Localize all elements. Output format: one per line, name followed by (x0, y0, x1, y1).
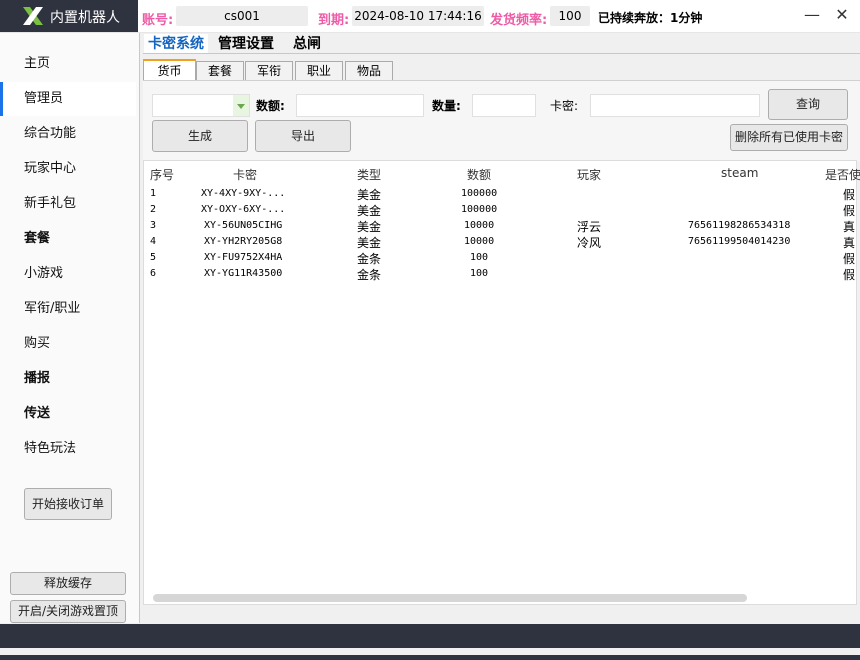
delete-used-cards-button[interactable]: 删除所有已使用卡密 (730, 124, 848, 151)
runtime-status: 已持续奔放：1分钟 (598, 11, 703, 25)
expire-field[interactable]: 2024-08-10 17:44:16 (352, 6, 484, 26)
bottom-bar (0, 624, 860, 648)
sidebar-item-broadcast[interactable]: 播报 (0, 362, 136, 396)
quantity-input[interactable] (472, 94, 536, 117)
cell-card: XY-OXY-6XY-... (201, 204, 286, 215)
release-cache-button[interactable]: 释放缓存 (10, 572, 126, 595)
cell-card: XY-56UN05CIHG (204, 220, 283, 231)
rate-label: 发货频率: (490, 13, 548, 28)
cell-no: 2 (150, 204, 157, 215)
cell-amount: 100 (470, 252, 489, 263)
cell-used: 假 (843, 188, 856, 202)
cell-used: 假 (843, 204, 856, 218)
cell-player: 浮云 (577, 220, 602, 234)
cell-steam: 76561199504014230 (688, 236, 791, 247)
cell-type: 金条 (357, 268, 382, 282)
app-logo: 内置机器人 (0, 0, 138, 32)
logo-x-icon (23, 7, 43, 25)
sidebar-item-home[interactable]: 主页 (0, 47, 136, 81)
cell-amount: 10000 (464, 236, 495, 247)
bottom-edge (0, 655, 860, 660)
start-orders-button[interactable]: 开始接收订单 (24, 488, 112, 520)
cell-card: XY-YG11R43500 (204, 268, 283, 279)
sidebar-item-player-center[interactable]: 玩家中心 (0, 152, 136, 186)
cell-used: 假 (843, 268, 856, 282)
cell-card: XY-YH2RY205G8 (204, 236, 283, 247)
cell-used: 假 (843, 252, 856, 266)
col-header-no[interactable]: 序号 (150, 166, 174, 183)
dropdown-arrow-icon (233, 95, 249, 116)
cell-amount: 100000 (461, 188, 498, 199)
cell-card: XY-FU9752X4HA (204, 252, 283, 263)
sidebar-item-admin[interactable]: 管理员 (0, 82, 136, 116)
cell-player: 冷风 (577, 236, 602, 250)
subtab-item[interactable]: 物品 (345, 61, 393, 80)
card-label: 卡密: (550, 99, 579, 113)
col-header-used[interactable]: 是否使 (825, 166, 860, 183)
rate-field[interactable]: 100 (550, 6, 590, 26)
sidebar-item-rank-job[interactable]: 军衔/职业 (0, 292, 136, 326)
cell-used: 真 (843, 220, 856, 234)
sidebar-item-package[interactable]: 套餐 (0, 222, 136, 256)
cell-type: 金条 (357, 252, 382, 266)
col-header-type[interactable]: 类型 (357, 166, 381, 183)
col-header-amount[interactable]: 数额 (467, 166, 491, 183)
col-header-card[interactable]: 卡密 (233, 166, 257, 183)
cell-no: 6 (150, 268, 157, 279)
col-header-steam[interactable]: steam (721, 166, 758, 180)
cell-amount: 100000 (461, 204, 498, 215)
account-label: 账号: (142, 13, 174, 28)
subtab-package[interactable]: 套餐 (196, 61, 244, 80)
subtab-job[interactable]: 职业 (295, 61, 343, 80)
tab-card-system[interactable]: 卡密系统 (144, 34, 208, 54)
cell-card: XY-4XY-9XY-... (201, 188, 286, 199)
sidebar-item-minigame[interactable]: 小游戏 (0, 257, 136, 291)
cell-steam: 76561198286534318 (688, 220, 791, 231)
close-button[interactable]: ✕ (830, 4, 854, 26)
sidebar-item-buy[interactable]: 购买 (0, 327, 136, 361)
amount-label: 数额: (256, 99, 285, 113)
horizontal-scrollbar[interactable] (153, 594, 747, 602)
subtab-rank[interactable]: 军衔 (245, 61, 293, 80)
sidebar-item-general[interactable]: 综合功能 (0, 117, 136, 151)
cell-no: 5 (150, 252, 157, 263)
account-field[interactable]: cs001 (176, 6, 308, 26)
sidebar-item-special[interactable]: 特色玩法 (0, 432, 136, 466)
cell-type: 美金 (357, 188, 382, 202)
cell-amount: 10000 (464, 220, 495, 231)
col-header-player[interactable]: 玩家 (577, 166, 601, 183)
currency-type-select[interactable] (152, 94, 250, 117)
expire-label: 到期: (318, 13, 350, 28)
cell-type: 美金 (357, 204, 382, 218)
sidebar-item-teleport[interactable]: 传送 (0, 397, 136, 431)
sidebar-item-newbie-gift[interactable]: 新手礼包 (0, 187, 136, 221)
query-button[interactable]: 查询 (768, 89, 848, 120)
card-input[interactable] (590, 94, 760, 117)
tab-divider (143, 53, 860, 54)
cell-no: 1 (150, 188, 157, 199)
tab-admin-settings[interactable]: 管理设置 (214, 34, 278, 54)
tab-master-switch[interactable]: 总闸 (289, 34, 325, 54)
cell-used: 真 (843, 236, 856, 250)
minimize-button[interactable]: — (800, 4, 824, 26)
cell-no: 4 (150, 236, 157, 247)
quantity-label: 数量: (432, 99, 461, 113)
cell-no: 3 (150, 220, 157, 231)
generate-button[interactable]: 生成 (152, 120, 248, 152)
cell-type: 美金 (357, 220, 382, 234)
app-title: 内置机器人 (50, 10, 120, 26)
export-button[interactable]: 导出 (255, 120, 351, 152)
cell-amount: 100 (470, 268, 489, 279)
amount-input[interactable] (296, 94, 424, 117)
cell-type: 美金 (357, 236, 382, 250)
toggle-top-button[interactable]: 开启/关闭游戏置顶 (10, 600, 126, 623)
subtab-currency[interactable]: 货币 (143, 59, 196, 81)
